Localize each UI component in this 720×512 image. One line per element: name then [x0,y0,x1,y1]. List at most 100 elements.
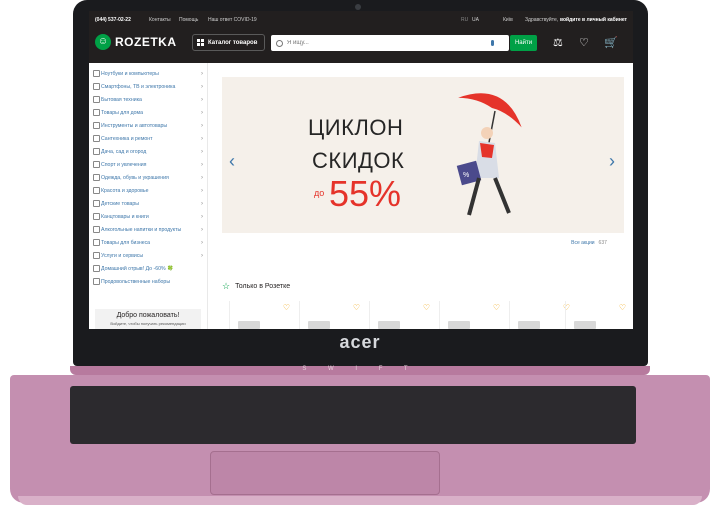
sidebar-item-label: Ноутбуки и компьютеры [101,70,159,77]
chevron-right-icon: › [201,200,203,207]
category-list: Ноутбуки и компьютеры › Смартфоны, ТВ и эл… [89,67,207,288]
sidebar-item-label: Бытовая техника [101,96,142,103]
category-icon [93,83,100,90]
cart-icon[interactable]: 🛒 [604,36,618,49]
all-actions-link[interactable]: Все акции 637 [555,237,623,249]
smile-logo-icon: ☺ [95,34,111,50]
sidebar-item-label: Дача, сад и огород [101,148,147,155]
login-link[interactable]: войдите в личный кабинет [560,17,627,23]
sidebar-item-label: Канцтовары и книги [101,213,149,220]
lang-ru[interactable]: RU [461,17,468,23]
banner-next-arrow[interactable]: › [609,151,615,172]
search-icon [276,39,283,47]
sidebar-item[interactable]: Услуги и сервисы › [89,249,207,262]
category-icon [93,252,100,259]
sidebar-item[interactable]: Красота и здоровье › [89,184,207,197]
category-icon [93,278,100,285]
promo-banner[interactable]: ЦИКЛОН СКИДОК до 55% % [222,77,624,233]
product-image [574,321,596,329]
only-rozetka-heading: ☆ Только в Розетке [222,281,290,292]
chevron-right-icon: › [201,135,203,142]
swift-label: S W I F T [302,366,418,372]
sidebar-item[interactable]: Продовольственные наборы [89,275,207,288]
sidebar-item[interactable]: Канцтовары и книги › [89,210,207,223]
sidebar-item[interactable]: Дача, сад и огород › [89,145,207,158]
sidebar-item[interactable]: Инструменты и автотовары › [89,119,207,132]
product-image [518,321,540,329]
all-actions-label: Все акции [571,240,595,246]
only-rozetka-label: Только в Розетке [235,283,291,290]
laptop-front-edge [18,496,702,505]
sidebar-item-label: Инструменты и автотовары [101,122,168,129]
welcome-box: Добро пожаловать! Войдите, чтобы получат… [95,309,201,329]
rozetka-logo[interactable]: ☺ ROZETKA [95,33,177,51]
category-icon [93,122,100,129]
sidebar-item[interactable]: Сантехника и ремонт › [89,132,207,145]
chevron-right-icon: › [201,226,203,233]
category-icon [93,70,100,77]
chevron-right-icon: › [201,122,203,129]
sidebar-item[interactable]: Смартфоны, ТВ и электроника › [89,80,207,93]
chevron-right-icon: › [201,109,203,116]
category-icon [93,200,100,207]
grid-icon [197,39,204,46]
product-card[interactable]: ♡ [229,301,296,329]
chevron-right-icon: › [201,213,203,220]
keyboard [70,386,636,444]
city-selector[interactable]: Київ [503,17,513,23]
covid-link[interactable]: Наш ответ COVID-19 [208,17,257,23]
chevron-right-icon: › [201,96,203,103]
acer-logo: acer [339,332,381,352]
category-icon [93,135,100,142]
search-input[interactable] [283,37,491,49]
heart-icon[interactable]: ♡ [619,303,626,312]
star-icon: ☆ [222,281,231,291]
category-icon [93,174,100,181]
sidebar-item[interactable]: Бытовая техника › [89,93,207,106]
catalog-button[interactable]: Каталог товаров [192,34,265,51]
phone-link[interactable]: (044) 537-02-22 [95,17,131,23]
sidebar-item-label: Алкогольные напитки и продукты [101,226,182,233]
top-bar: (044) 537-02-22 Контакты Помощь Наш отве… [89,11,633,27]
sidebar-item[interactable]: Детские товары › [89,197,207,210]
heart-icon[interactable]: ♡ [423,303,430,312]
product-card[interactable]: ♡ [565,301,632,329]
heart-icon[interactable]: ♡ [579,36,589,49]
sidebar-item-label: Товары для бизнеса [101,239,151,246]
sidebar-item-label: Товары для дома [101,109,143,116]
laptop-screen: (044) 537-02-22 Контакты Помощь Наш отве… [89,11,633,329]
sidebar-item[interactable]: Одежда, обувь и украшения › [89,171,207,184]
sidebar-item-label: Продовольственные наборы [101,278,171,285]
sidebar-item-label: Услуги и сервисы [101,252,144,259]
chevron-right-icon: › [201,239,203,246]
category-icon [93,213,100,220]
chevron-right-icon: › [201,161,203,168]
sidebar-item[interactable]: Алкогольные напитки и продукты › [89,223,207,236]
product-card[interactable]: ♡ [369,301,436,329]
category-icon [93,226,100,233]
sidebar-item[interactable]: Домашний отрыв! До -60% 🍀 [89,262,207,275]
sidebar-item-label: Красота и здоровье [101,187,149,194]
contacts-link[interactable]: Контакты [149,17,171,23]
lang-ua[interactable]: UA [472,17,479,23]
category-icon [93,265,100,272]
product-card[interactable]: ♡ [439,301,506,329]
sidebar-item[interactable]: Ноутбуки и компьютеры › [89,67,207,80]
sidebar-item-label: Спорт и увлечения [101,161,147,168]
heart-icon[interactable]: ♡ [493,303,500,312]
heart-icon[interactable]: ♡ [283,303,290,312]
find-button[interactable]: Найти [510,35,537,51]
banner-prev-arrow[interactable]: ‹ [229,151,235,172]
sidebar-item[interactable]: Товары для дома › [89,106,207,119]
category-icon [93,96,100,103]
heart-icon[interactable]: ♡ [353,303,360,312]
sidebar-item[interactable]: Товары для бизнеса › [89,236,207,249]
sidebar-item[interactable]: Спорт и увлечения › [89,158,207,171]
product-card[interactable]: ♡ [299,301,366,329]
help-link[interactable]: Помощь [179,17,198,23]
microphone-icon[interactable] [491,40,494,46]
sidebar-item-label: Детские товары [101,200,140,207]
welcome-title: Добро пожаловать! [116,312,180,319]
sidebar-item-label: Сантехника и ремонт [101,135,153,142]
compare-icon[interactable]: ⚖ [553,36,563,49]
